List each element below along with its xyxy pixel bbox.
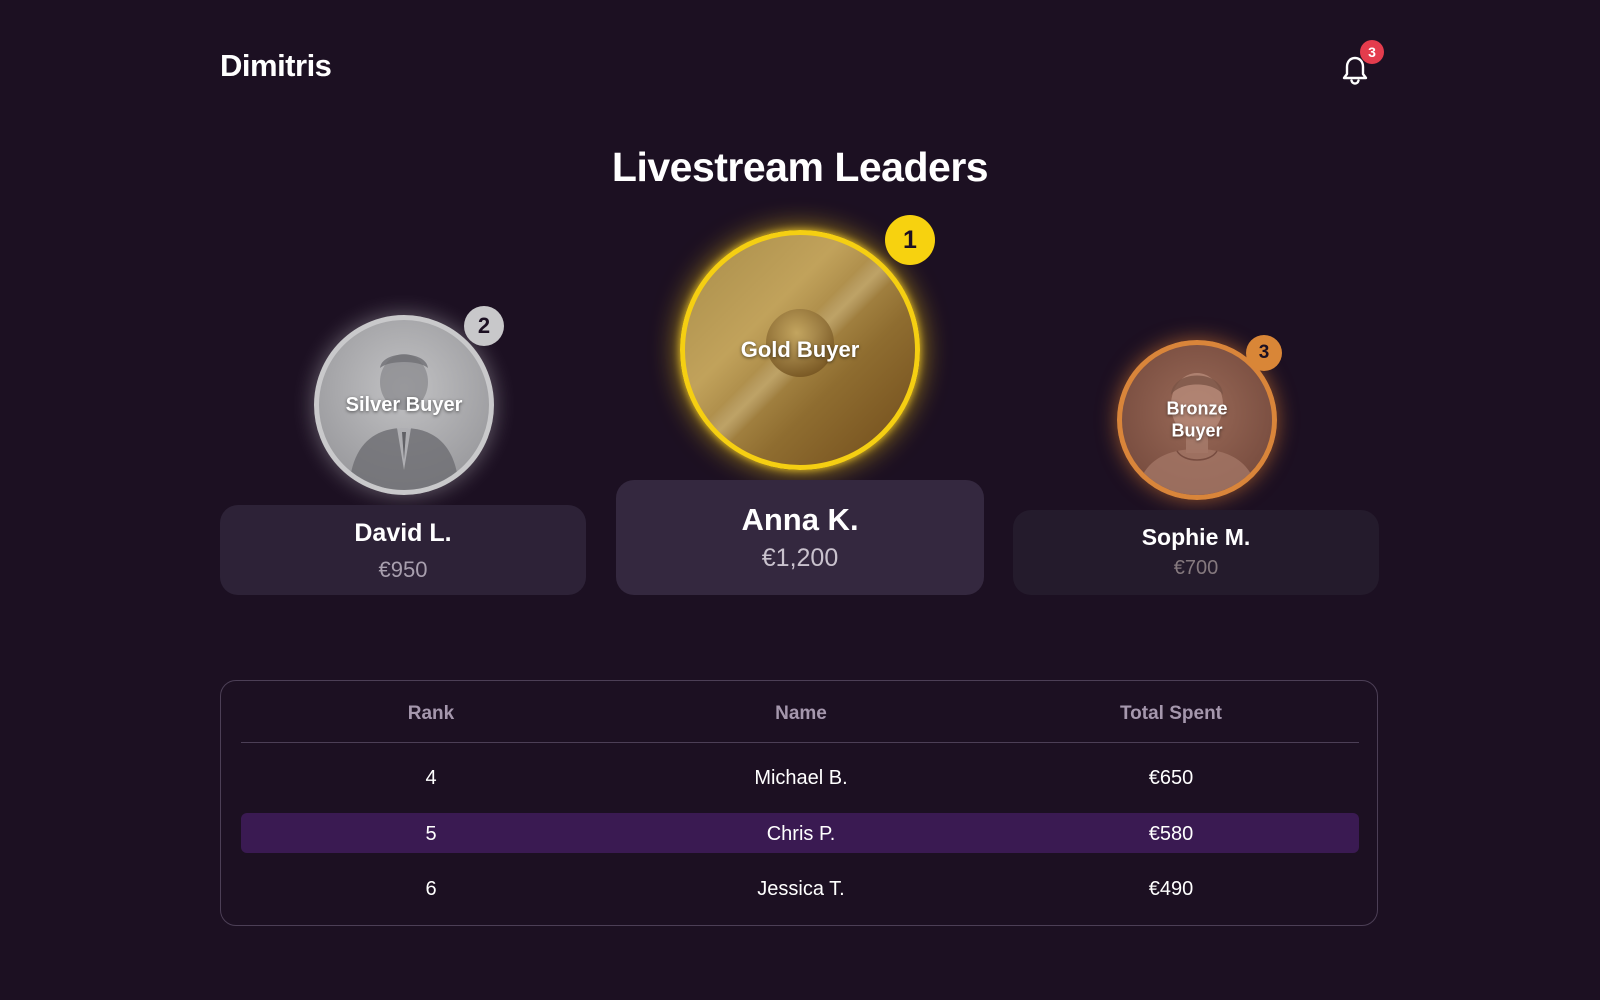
tier-label-bronze: Bronze Buyer [1166,398,1228,440]
cell-total-spent: €490 [1148,878,1194,900]
cell-name: Chris P. [766,823,836,845]
page-title: Livestream Leaders [611,144,989,190]
cell-rank: 4 [425,767,437,789]
cell-rank: 6 [425,878,437,900]
table-row[interactable]: 4 Michael B. €650 [241,757,1359,797]
cell-name: Michael B. [754,767,848,789]
podium-name-first: Anna K. [741,502,859,537]
brand-name[interactable]: Dimitris [220,48,332,84]
rank-badge-3: 3 [1246,335,1282,371]
podium-amount-third: €700 [1173,557,1219,579]
leaderboard-table: Rank Name Total Spent 4 Michael B. €650 … [220,680,1378,926]
notification-count-badge: 3 [1360,40,1384,64]
podium-card-third[interactable]: Sophie M. €700 [1013,510,1379,595]
podium-card-first[interactable]: Anna K. €1,200 [616,480,984,595]
podium-amount-first: €1,200 [761,544,839,572]
cell-rank: 5 [425,823,437,845]
avatar-first-place[interactable]: Gold Buyer [680,230,920,470]
cell-total-spent: €650 [1148,767,1194,789]
tier-label-silver: Silver Buyer [345,394,463,416]
column-header-rank[interactable]: Rank [241,703,621,725]
rank-badge-2: 2 [464,306,504,346]
cell-total-spent: €580 [1148,823,1194,845]
leaderboard-page: Dimitris 3 Livestream Leaders Silver Buy… [0,0,1600,1000]
table-header: Rank Name Total Spent [241,681,1359,743]
column-header-name[interactable]: Name [611,703,991,725]
podium-name-second: David L. [354,519,452,547]
tier-label-gold: Gold Buyer [740,336,860,362]
podium-amount-second: €950 [378,557,428,582]
podium-card-second[interactable]: David L. €950 [220,505,586,595]
rank-badge-1: 1 [885,215,935,265]
podium-name-third: Sophie M. [1141,524,1251,550]
table-row[interactable]: 6 Jessica T. €490 [241,868,1359,908]
avatar-second-place[interactable]: Silver Buyer [314,315,494,495]
table-row-highlighted[interactable]: 5 Chris P. €580 [241,813,1359,853]
cell-name: Jessica T. [757,878,845,900]
column-header-total-spent[interactable]: Total Spent [981,703,1361,725]
